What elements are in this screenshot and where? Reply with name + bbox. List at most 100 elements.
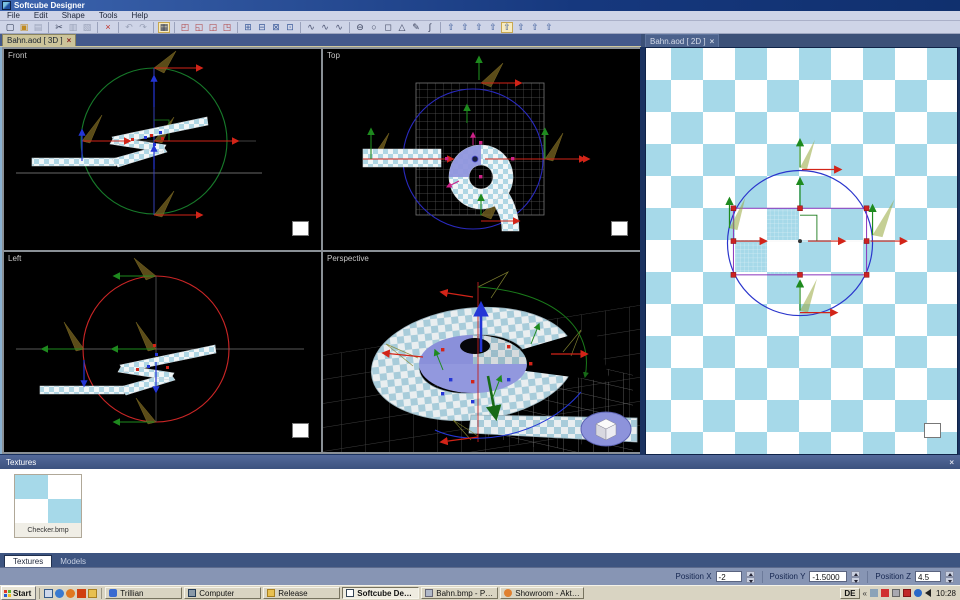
top-viewport-canvas[interactable] [323, 49, 640, 250]
start-button[interactable]: Start [1, 586, 36, 600]
extrude-5-icon[interactable]: ⇧ [501, 22, 513, 33]
ungroup-tool-icon[interactable]: ⊡ [284, 22, 296, 33]
menu-tools[interactable]: Tools [92, 11, 125, 20]
pen-tool-icon[interactable]: ✎ [410, 22, 422, 33]
tab-models[interactable]: Models [52, 556, 94, 567]
paste-icon[interactable]: ▧ [81, 22, 93, 33]
extrude-1-icon[interactable]: ⇧ [445, 22, 457, 33]
position-z-field[interactable]: 4.5 [915, 571, 941, 582]
task-button-computer[interactable]: Computer [184, 587, 261, 599]
new-icon[interactable]: ▢ [4, 22, 16, 33]
position-x-stepper[interactable] [746, 571, 755, 583]
position-y-stepper[interactable] [851, 571, 860, 583]
extrude-3-icon[interactable]: ⇧ [473, 22, 485, 33]
extrude-4-icon[interactable]: ⇧ [487, 22, 499, 33]
keyboard-language-indicator[interactable]: DE [840, 588, 859, 599]
title-bar: Softcube Designer [0, 0, 960, 11]
perspective-viewport[interactable]: Perspective [323, 252, 640, 452]
folder-icon[interactable] [88, 589, 97, 598]
position-z-stepper[interactable] [945, 571, 954, 583]
firefox-icon[interactable] [66, 589, 75, 598]
wave-mid-icon[interactable]: ∿ [319, 22, 331, 33]
task-button-release[interactable]: Release [263, 587, 340, 599]
wave-high-icon[interactable]: ∿ [333, 22, 345, 33]
2d-view-canvas[interactable] [646, 48, 957, 454]
align-tool-icon[interactable]: ⊟ [256, 22, 268, 33]
open-icon[interactable]: ▣ [18, 22, 30, 33]
tab-bahn-3d-close-icon[interactable]: × [67, 36, 72, 45]
top-viewport-maximize-button[interactable] [611, 221, 628, 236]
rotate-tool-icon[interactable]: ◱ [193, 22, 205, 33]
group-tool-icon[interactable]: ⊠ [270, 22, 282, 33]
tray-messenger-icon[interactable] [870, 589, 878, 597]
network-globe-icon[interactable] [914, 589, 922, 597]
tray-card-reader-icon[interactable] [903, 589, 911, 597]
task-button-softcube-designer[interactable]: Softcube Designer [342, 587, 419, 599]
toggle-grid-icon[interactable]: ▦ [158, 22, 170, 33]
top-viewport-label: Top [327, 51, 340, 60]
scale-tool-icon[interactable]: ◲ [207, 22, 219, 33]
perspective-viewport-canvas[interactable] [323, 252, 640, 452]
textures-panel-close-icon[interactable]: × [949, 458, 954, 467]
delete-icon[interactable]: × [102, 22, 114, 33]
front-viewport[interactable]: Front [4, 49, 321, 250]
cube-tool-icon[interactable]: ◻ [382, 22, 394, 33]
textures-panel-header: Textures × [0, 455, 960, 469]
left-viewport[interactable]: Left [4, 252, 321, 452]
menu-help[interactable]: Help [125, 11, 155, 20]
extrude-7-icon[interactable]: ⇧ [529, 22, 541, 33]
2d-view-maximize-button[interactable] [924, 423, 941, 438]
position-y-field[interactable]: -1.5000 [809, 571, 847, 582]
tray-overflow-chevron-icon[interactable]: « [863, 589, 867, 598]
extrude-8-icon[interactable]: ⇧ [543, 22, 555, 33]
left-viewport-canvas[interactable] [4, 252, 321, 452]
mail-icon[interactable] [77, 589, 86, 598]
menu-edit[interactable]: Edit [27, 11, 55, 20]
move-tool-icon[interactable]: ◰ [179, 22, 191, 33]
cut-icon[interactable]: ✂ [53, 22, 65, 33]
task-button-trillian[interactable]: Trillian [105, 587, 182, 599]
internet-browser-icon[interactable] [55, 589, 64, 598]
application-window: Softcube Designer FileEditShapeToolsHelp… [0, 0, 960, 600]
task-button-paint[interactable]: Bahn.bmp - Paint [421, 587, 498, 599]
system-tray: DE « 10:28 [840, 588, 960, 599]
snap-tool-icon[interactable]: ⊞ [242, 22, 254, 33]
task-button-showroom[interactable]: Showroom - Aktuelle Arb... [500, 587, 584, 599]
extrude-6-icon[interactable]: ⇧ [515, 22, 527, 33]
save-icon[interactable]: ▤ [32, 22, 44, 33]
top-viewport[interactable]: Top [323, 49, 640, 250]
copy-icon[interactable]: ▥ [67, 22, 79, 33]
left-viewport-maximize-button[interactable] [292, 423, 309, 438]
tab-textures[interactable]: Textures [4, 555, 52, 567]
show-desktop-icon[interactable] [44, 589, 53, 598]
tab-bahn-3d[interactable]: Bahn.aod [ 3D ] × [2, 34, 76, 46]
mirror-tool-icon[interactable]: ◳ [221, 22, 233, 33]
wave-low-icon[interactable]: ∿ [305, 22, 317, 33]
undo-icon[interactable]: ↶ [123, 22, 135, 33]
workspace: Front [0, 47, 960, 455]
tab-bahn-2d[interactable]: Bahn.aod [ 2D ] × [645, 34, 719, 47]
tray-antivirus-icon[interactable] [881, 589, 889, 597]
menu-shape[interactable]: Shape [55, 11, 92, 20]
spline-tool-icon[interactable]: ∫ [424, 22, 436, 33]
computer-icon [188, 589, 196, 597]
sphere-tool-icon[interactable]: ○ [368, 22, 380, 33]
tray-mouse-icon[interactable] [892, 589, 900, 597]
view-orientation-cube-icon [581, 412, 631, 446]
cylinder-tool-icon[interactable]: ⊖ [354, 22, 366, 33]
status-bar: Position X -2 Position Y -1.5000 Positio… [0, 567, 960, 585]
position-x-field[interactable]: -2 [716, 571, 742, 582]
pane-2d-view[interactable] [645, 47, 958, 455]
front-viewport-maximize-button[interactable] [292, 221, 309, 236]
texture-thumbnail-checker[interactable]: Checker.bmp [14, 474, 82, 538]
menu-file[interactable]: File [0, 11, 27, 20]
tab-bahn-2d-close-icon[interactable]: × [710, 37, 715, 46]
front-viewport-canvas[interactable] [4, 49, 321, 250]
extrude-2-icon[interactable]: ⇧ [459, 22, 471, 33]
position-x-label: Position X [676, 572, 712, 581]
menu-bar: FileEditShapeToolsHelp [0, 11, 960, 21]
cone-tool-icon[interactable]: △ [396, 22, 408, 33]
texture-thumbnail-caption: Checker.bmp [15, 524, 81, 537]
redo-icon[interactable]: ↷ [137, 22, 149, 33]
volume-icon[interactable] [925, 589, 931, 597]
